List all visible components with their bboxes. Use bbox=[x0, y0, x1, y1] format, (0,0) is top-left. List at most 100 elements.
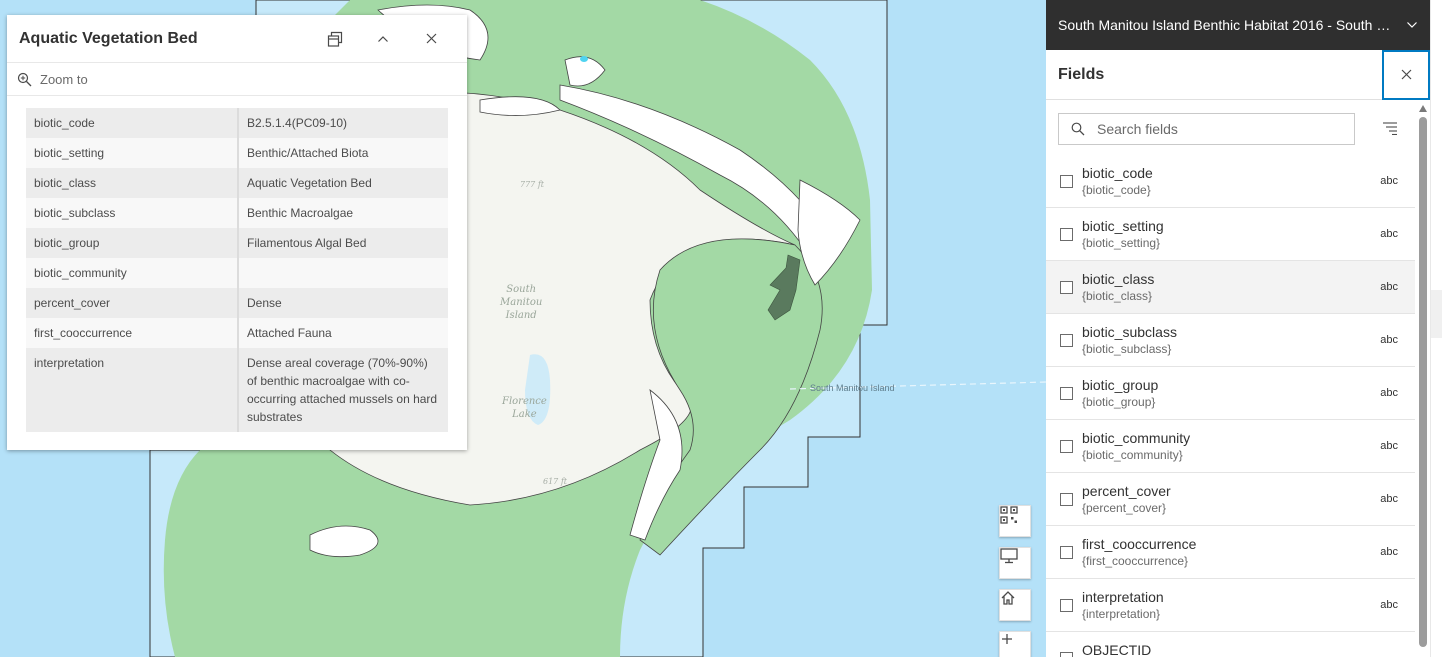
water-spot bbox=[580, 56, 588, 62]
popup-title: Aquatic Vegetation Bed bbox=[19, 29, 198, 47]
field-checkbox[interactable] bbox=[1060, 174, 1073, 188]
field-checkbox[interactable] bbox=[1060, 333, 1073, 347]
attribute-row: first_cooccurrence Attached Fauna bbox=[26, 318, 448, 348]
attribute-value bbox=[238, 258, 448, 288]
field-token: {interpretation} bbox=[1082, 606, 1161, 621]
field-token: {biotic_community} bbox=[1082, 447, 1183, 462]
field-item-first-cooccurrence[interactable]: first_cooccurrence {first_cooccurrence} ab… bbox=[1046, 526, 1415, 579]
fields-panel: South Manitou Island Benthic Habitat 201… bbox=[1046, 0, 1442, 657]
chevron-down-icon bbox=[1407, 22, 1417, 28]
field-checkbox[interactable] bbox=[1060, 545, 1073, 559]
close-icon bbox=[426, 33, 436, 44]
fields-title: Fields bbox=[1058, 65, 1105, 83]
popup-content: biotic_code B2.5.1.4(PC09-10) biotic_setti… bbox=[7, 96, 467, 432]
attribute-row: biotic_subclass Benthic Macroalgae bbox=[26, 198, 448, 228]
island-name-label: South Manitou Island bbox=[500, 284, 543, 321]
field-type-badge: abc bbox=[1380, 493, 1398, 505]
field-checkbox[interactable] bbox=[1060, 492, 1073, 506]
attribute-key: percent_cover bbox=[26, 288, 239, 318]
attribute-key: biotic_subclass bbox=[26, 198, 239, 228]
field-item-biotic-group[interactable]: biotic_group {biotic_group} abc bbox=[1046, 367, 1415, 420]
field-text: biotic_setting {biotic_setting} bbox=[1082, 218, 1415, 251]
filter-icon[interactable] bbox=[1382, 121, 1398, 135]
field-item-biotic-setting[interactable]: biotic_setting {biotic_setting} abc bbox=[1046, 208, 1415, 261]
field-type-badge: abc bbox=[1380, 281, 1398, 293]
field-token: {biotic_subclass} bbox=[1082, 341, 1172, 356]
panel-edge-tab[interactable] bbox=[1431, 290, 1442, 338]
dock-icon bbox=[327, 31, 343, 47]
zoom-in-icon bbox=[17, 72, 32, 86]
field-checkbox[interactable] bbox=[1060, 439, 1073, 453]
field-item-percent-cover[interactable]: percent_cover {percent_cover} abc bbox=[1046, 473, 1415, 526]
attribute-value: Dense bbox=[247, 296, 282, 310]
close-popup-button[interactable] bbox=[407, 15, 455, 63]
road-label: South Manitou Island bbox=[810, 383, 895, 393]
attribute-value: Aquatic Vegetation Bed bbox=[247, 176, 372, 190]
home-icon bbox=[1001, 591, 1015, 605]
search-row bbox=[1058, 113, 1397, 145]
field-type-badge: abc bbox=[1380, 175, 1398, 187]
field-checkbox[interactable] bbox=[1060, 651, 1073, 657]
attribute-row: percent_cover Dense bbox=[26, 288, 448, 318]
field-name: percent_cover bbox=[1082, 482, 1171, 499]
field-token: {biotic_setting} bbox=[1082, 235, 1161, 250]
field-text: first_cooccurrence {first_cooccurrence} bbox=[1082, 536, 1415, 569]
attribute-row: biotic_community bbox=[26, 258, 448, 288]
field-token: {biotic_class} bbox=[1082, 288, 1153, 303]
field-item-biotic-class[interactable]: biotic_class {biotic_class} abc bbox=[1046, 261, 1415, 314]
field-text: biotic_group {biotic_group} bbox=[1082, 377, 1415, 410]
field-name: biotic_group bbox=[1082, 376, 1159, 393]
scroll-up-arrow[interactable] bbox=[1419, 105, 1427, 112]
attribute-value: Benthic Macroalgae bbox=[247, 206, 354, 220]
panel-edge bbox=[1430, 0, 1442, 657]
field-name: biotic_code bbox=[1082, 164, 1153, 181]
collapse-button[interactable] bbox=[359, 15, 407, 63]
field-item-interpretation[interactable]: interpretation {interpretation} abc bbox=[1046, 579, 1415, 632]
qr-code-button[interactable] bbox=[999, 505, 1031, 537]
field-checkbox[interactable] bbox=[1060, 598, 1073, 612]
attribute-value: Benthic/Attached Biota bbox=[247, 146, 369, 160]
dock-button[interactable] bbox=[311, 15, 359, 63]
field-checkbox[interactable] bbox=[1060, 280, 1073, 294]
field-type-badge: abc bbox=[1380, 387, 1398, 399]
monitor-icon bbox=[1000, 548, 1018, 564]
field-item-objectid[interactable]: OBJECTID{OBJECTID} bbox=[1046, 632, 1415, 657]
home-button[interactable] bbox=[999, 589, 1031, 621]
scrollbar-thumb[interactable] bbox=[1419, 117, 1427, 647]
attribute-key: biotic_group bbox=[26, 228, 239, 258]
lake-name-label: Florence Lake bbox=[502, 396, 547, 420]
close-fields-button[interactable] bbox=[1382, 49, 1430, 100]
field-name: biotic_class bbox=[1082, 270, 1155, 287]
field-type-badge: abc bbox=[1380, 546, 1398, 558]
layer-title: South Manitou Island Benthic Habitat 201… bbox=[1058, 17, 1392, 33]
field-item-biotic-community[interactable]: biotic_community {biotic_community} abc bbox=[1046, 420, 1415, 473]
field-text: interpretation {interpretation} bbox=[1082, 589, 1415, 622]
layer-selector[interactable]: South Manitou Island Benthic Habitat 201… bbox=[1046, 0, 1430, 50]
field-name: OBJECTID bbox=[1082, 641, 1152, 657]
attribute-value: Filamentous Algal Bed bbox=[247, 236, 367, 250]
zoom-to-action[interactable]: Zoom to bbox=[7, 63, 467, 96]
field-text: biotic_community {biotic_community} bbox=[1082, 430, 1415, 463]
field-checkbox[interactable] bbox=[1060, 227, 1073, 241]
attribute-row: biotic_code B2.5.1.4(PC09-10) bbox=[26, 108, 448, 138]
field-token: {percent_cover} bbox=[1082, 500, 1167, 515]
screen-button[interactable] bbox=[999, 547, 1031, 579]
search-box[interactable] bbox=[1058, 113, 1355, 145]
attribute-value: Attached Fauna bbox=[247, 326, 332, 340]
search-fields-input[interactable] bbox=[1097, 121, 1327, 137]
field-type-badge: abc bbox=[1380, 334, 1398, 346]
attribute-table: biotic_code B2.5.1.4(PC09-10) biotic_setti… bbox=[26, 108, 448, 432]
zoom-in-button[interactable] bbox=[999, 631, 1031, 657]
scrollbar[interactable] bbox=[1419, 105, 1427, 657]
field-name: biotic_subclass bbox=[1082, 323, 1177, 340]
field-checkbox[interactable] bbox=[1060, 386, 1073, 400]
field-item-biotic-code[interactable]: biotic_code {biotic_code} abc bbox=[1046, 155, 1415, 208]
search-icon bbox=[1071, 122, 1085, 136]
elevation-label-1: 777 ft bbox=[520, 180, 544, 189]
qr-code-icon bbox=[1000, 506, 1018, 524]
zoom-to-label: Zoom to bbox=[40, 71, 88, 87]
islet-southwest bbox=[309, 525, 379, 558]
field-type-badge: abc bbox=[1380, 440, 1398, 452]
chevron-up-icon bbox=[378, 35, 388, 42]
field-item-biotic-subclass[interactable]: biotic_subclass {biotic_subclass} abc bbox=[1046, 314, 1415, 367]
